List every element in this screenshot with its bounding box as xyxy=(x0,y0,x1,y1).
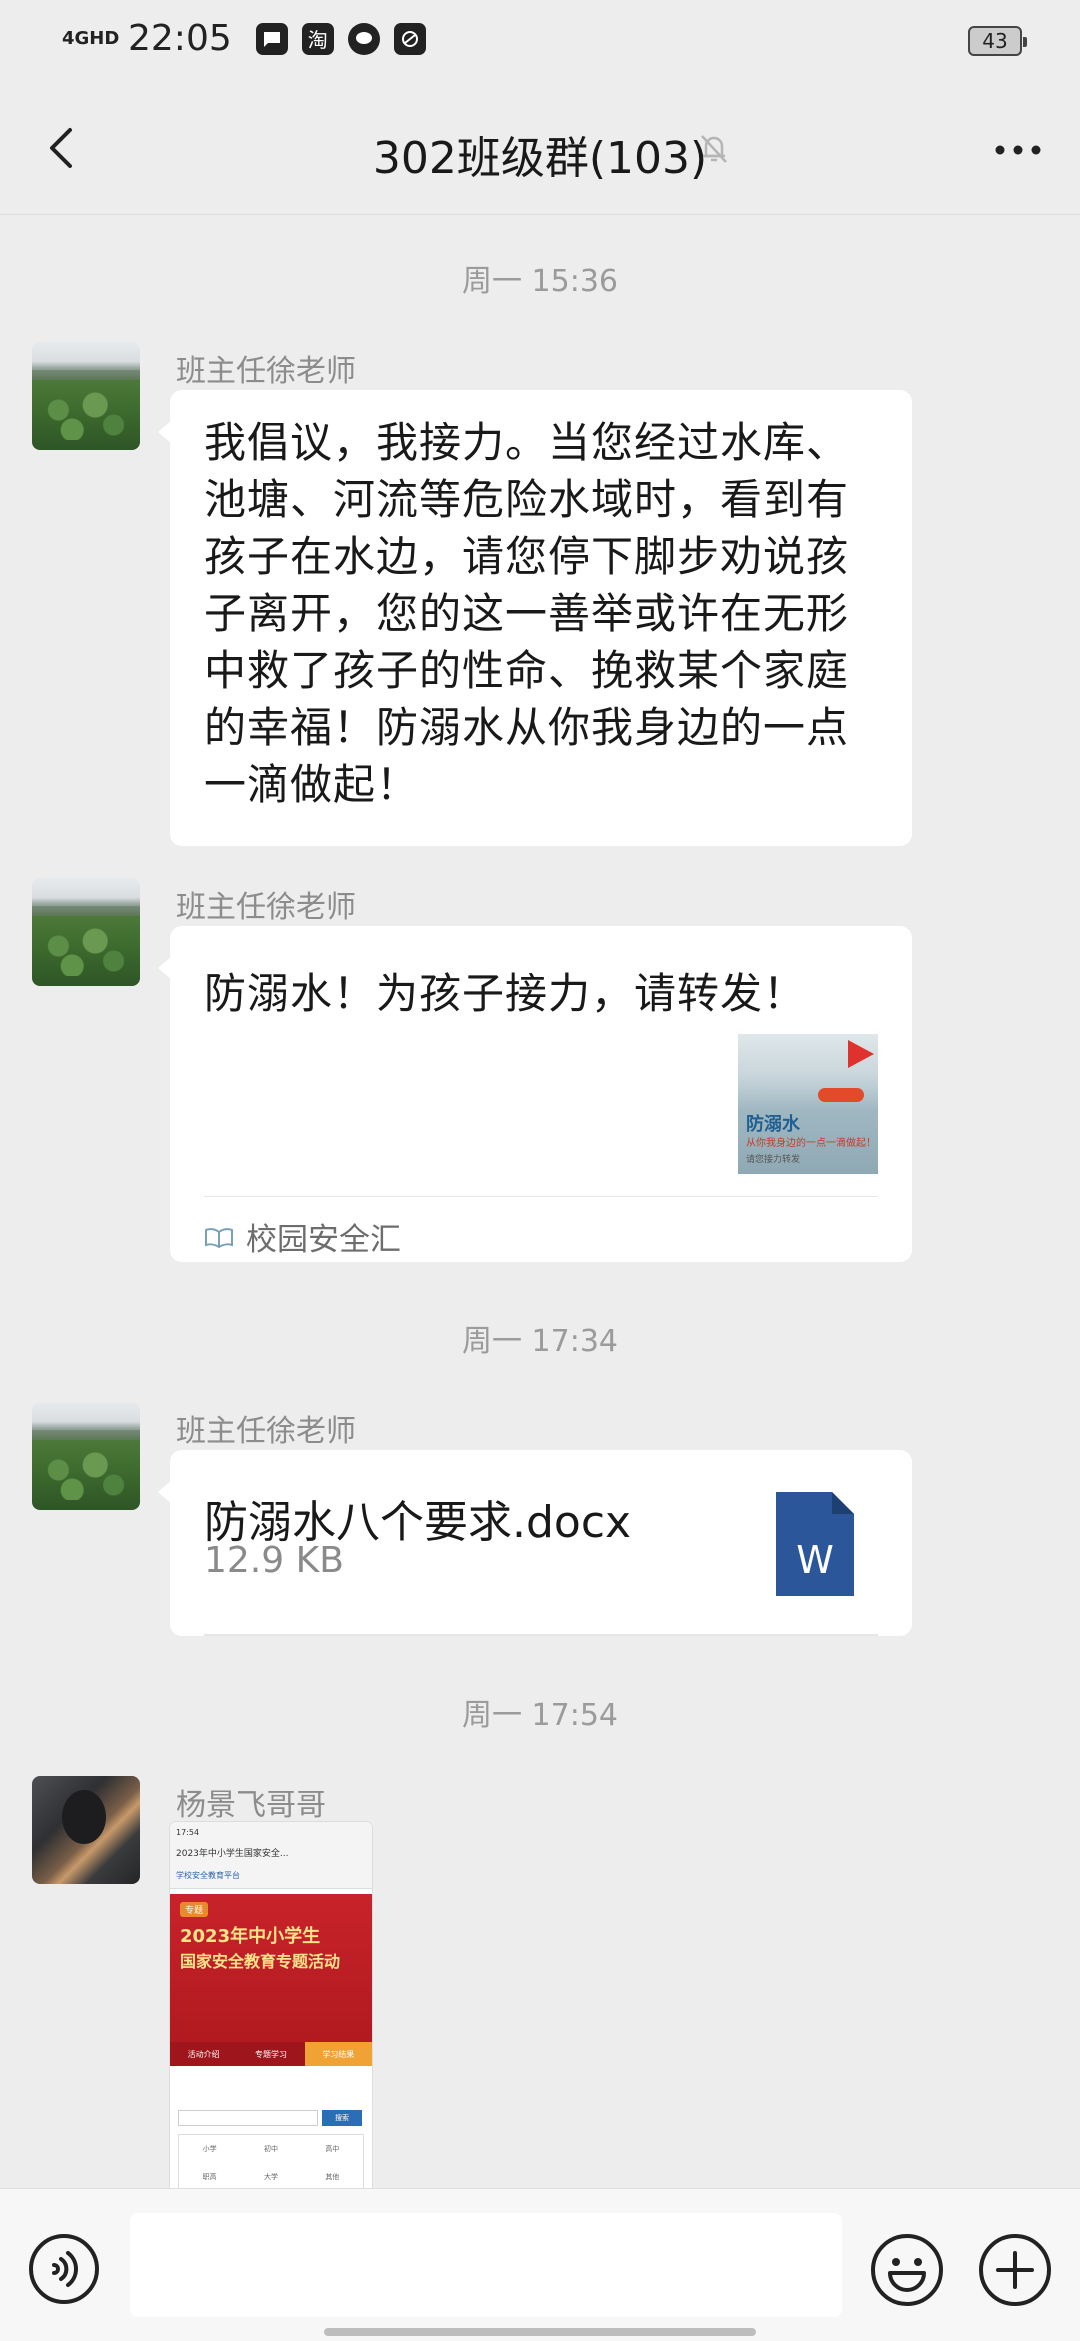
signal-indicator: 4GHD xyxy=(62,27,120,49)
word-icon-letter: W xyxy=(796,1538,834,1582)
message-line: 孩子在水边，请您停下脚步劝说孩 xyxy=(204,532,850,581)
image-search-box xyxy=(178,2110,318,2126)
battery-indicator: 43 xyxy=(968,26,1027,56)
link-thumbnail: 防溺水 从你我身边的一点一滴做起！ 请您接力转发 xyxy=(738,1034,878,1174)
emoji-icon[interactable] xyxy=(870,2233,944,2307)
sync-icon xyxy=(393,22,426,55)
file-size: 12.9 KB xyxy=(204,1540,344,1581)
image-tab: 学习结果 xyxy=(304,2042,372,2066)
image-grid-cell: 高中 xyxy=(325,2145,340,2153)
image-grid-cell: 小学 xyxy=(202,2145,217,2153)
home-indicator[interactable] xyxy=(324,2328,756,2336)
image-headline: 国家安全教育专题活动 xyxy=(180,1952,341,1971)
avatar[interactable] xyxy=(32,342,140,450)
mute-bell-icon xyxy=(694,128,734,168)
image-site-name: 学校安全教育平台 xyxy=(176,1871,240,1880)
plus-icon[interactable] xyxy=(978,2233,1052,2307)
image-grid: 小学 初中 高中 职高 大学 其他 xyxy=(178,2134,364,2192)
image-banner: 专题 2023年中小学生 国家安全教育专题活动 xyxy=(170,1894,372,2042)
chat-title-text: 302班级群(103) xyxy=(372,133,708,184)
sender-name: 班主任徐老师 xyxy=(176,890,356,925)
message-text: 我倡议，我接力。当您经过水库、 池塘、河流等危险水域时，看到有 孩子在水边，请您… xyxy=(170,390,912,837)
avatar[interactable] xyxy=(32,878,140,986)
image-status-line: 17:54 xyxy=(176,1828,200,1837)
image-grid-cell: 职高 xyxy=(202,2173,217,2181)
message-line: 中救了孩子的性命、挽救某个家庭 xyxy=(204,646,850,695)
link-source-name: 校园安全汇 xyxy=(246,1222,401,1258)
message-line: 池塘、河流等危险水域时，看到有 xyxy=(204,475,850,524)
more-dots-icon[interactable] xyxy=(988,130,1048,170)
message-line: 我倡议，我接力。当您经过水库、 xyxy=(204,418,850,467)
image-tab: 专题学习 xyxy=(237,2042,305,2066)
link-title: 防溺水！为孩子接力，请转发！ xyxy=(204,969,807,1018)
message-line: 一滴做起！ xyxy=(204,760,420,809)
divider xyxy=(204,1634,878,1636)
link-card[interactable]: 防溺水！为孩子接力，请转发！ 防溺水 从你我身边的一点一滴做起！ 请您接力转发 … xyxy=(158,926,912,1262)
message-icon xyxy=(255,22,288,55)
avatar[interactable] xyxy=(32,1776,140,1884)
flag-graphic xyxy=(848,1040,874,1068)
file-message[interactable]: 防溺水八个要求.docx 12.9 KB W xyxy=(158,1450,912,1636)
thumbnail-subtitle: 从你我身边的一点一滴做起！ xyxy=(746,1138,876,1149)
taobao-icon: 淘 xyxy=(301,22,334,55)
image-headline: 2023年中小学生 xyxy=(180,1926,321,1947)
book-icon xyxy=(205,1227,233,1248)
chat-icon xyxy=(347,22,380,55)
image-grid-cell: 大学 xyxy=(263,2173,278,2181)
image-browser-bar: 17:54 2023年中小学生国家安全... 学校安全教育平台 xyxy=(170,1822,372,1889)
message-line: 的幸福！防溺水从你我身边的一点 xyxy=(204,703,850,752)
text-message-bubble[interactable]: 我倡议，我接力。当您经过水库、 池塘、河流等危险水域时，看到有 孩子在水边，请您… xyxy=(158,390,912,846)
image-page-title: 2023年中小学生国家安全... xyxy=(176,1849,289,1859)
message-timestamp: 周一 17:54 xyxy=(462,1698,618,1733)
image-tag: 专题 xyxy=(180,1902,209,1917)
avatar[interactable] xyxy=(32,1402,140,1510)
voice-icon[interactable] xyxy=(28,2233,100,2305)
message-input[interactable] xyxy=(130,2213,842,2317)
chat-header: 302班级群(103) xyxy=(0,84,1080,215)
image-search-button: 搜索 xyxy=(322,2110,362,2126)
divider xyxy=(204,1196,878,1197)
sender-name: 班主任徐老师 xyxy=(176,1414,356,1449)
image-grid-cell: 其他 xyxy=(325,2173,340,2181)
chat-input-bar xyxy=(0,2188,1080,2341)
sender-name: 杨景飞哥哥 xyxy=(176,1788,326,1823)
status-bar: 4GHD 22:05 淘 43 xyxy=(0,0,1080,84)
image-tab: 活动介绍 xyxy=(170,2042,238,2066)
message-timestamp: 周一 17:34 xyxy=(462,1324,618,1359)
image-message[interactable]: 17:54 2023年中小学生国家安全... 学校安全教育平台 专题 2023年… xyxy=(170,1822,372,2194)
image-grid-cell: 初中 xyxy=(263,2145,278,2153)
sender-name: 班主任徐老师 xyxy=(176,354,356,389)
link-source: 校园安全汇 xyxy=(204,1214,401,1259)
boat-graphic xyxy=(818,1088,864,1102)
message-timestamp: 周一 15:36 xyxy=(462,264,618,299)
message-line: 子离开，您的这一善举或许在无形 xyxy=(204,589,850,638)
chat-title: 302班级群(103) xyxy=(0,122,1080,186)
thumbnail-title: 防溺水 xyxy=(746,1114,800,1135)
thumbnail-footer: 请您接力转发 xyxy=(746,1155,801,1165)
image-tabs: 活动介绍 专题学习 学习结果 xyxy=(170,2042,372,2066)
status-time: 22:05 xyxy=(128,18,232,59)
